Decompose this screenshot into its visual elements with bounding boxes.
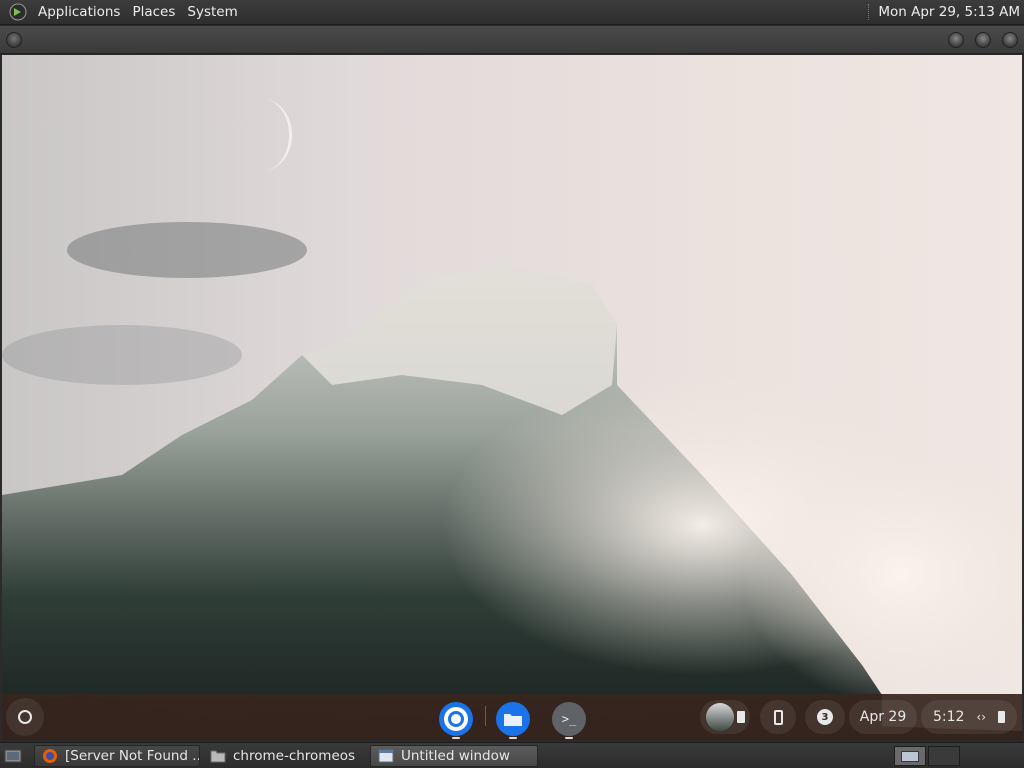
bottom-panel: [Server Not Found ... chrome-chromeos Un…	[0, 742, 1024, 768]
battery-icon	[998, 711, 1005, 723]
menu-places[interactable]: Places	[126, 0, 181, 25]
files-running-indicator	[509, 737, 517, 739]
shelf-date: Apr 29	[859, 709, 907, 725]
launcher-circle-icon	[18, 710, 32, 724]
clock[interactable]: Mon Apr 29, 5:13 AM	[878, 4, 1024, 20]
chromeos-shelf: >_ 3 Apr 29 5:12 ‹›	[2, 694, 1022, 740]
shelf-time: 5:12	[933, 709, 965, 725]
top-panel: Applications Places System Mon Apr 29, 5…	[0, 0, 1024, 25]
workspace-2[interactable]	[928, 746, 960, 766]
window-menu-button[interactable]	[6, 32, 22, 48]
task-chrome-chromeos[interactable]: chrome-chromeos	[203, 745, 367, 767]
workspace-1[interactable]	[894, 746, 926, 766]
notification-tray[interactable]: 3	[805, 700, 845, 734]
maximize-button[interactable]	[975, 32, 991, 48]
moon	[260, 99, 293, 172]
task-untitled-window[interactable]: Untitled window	[370, 745, 538, 767]
phone-hub-button[interactable]	[760, 700, 796, 734]
holding-space-tray[interactable]	[700, 700, 750, 734]
task-label: [Server Not Found ...	[65, 748, 200, 764]
network-arrows-icon: ‹›	[976, 710, 987, 724]
desktop-wallpaper[interactable]	[2, 55, 1022, 740]
date-tray[interactable]: Apr 29	[849, 700, 917, 734]
shelf-divider	[485, 706, 486, 726]
notification-count-badge: 3	[817, 709, 833, 725]
minimize-button[interactable]	[948, 32, 964, 48]
firefox-icon	[41, 747, 59, 765]
window-titlebar[interactable]	[0, 26, 1024, 54]
show-desktop-icon	[4, 749, 22, 763]
menu-applications[interactable]: Applications	[32, 0, 126, 25]
gnome-foot-icon[interactable]	[8, 2, 28, 22]
show-desktop-button[interactable]	[2, 746, 24, 766]
close-button[interactable]	[1002, 32, 1018, 48]
panel-separator	[868, 4, 870, 20]
task-label: chrome-chromeos	[233, 748, 356, 764]
launcher-button[interactable]	[6, 698, 44, 736]
status-area[interactable]: 5:12 ‹›	[921, 700, 1017, 734]
chrome-icon[interactable]	[439, 702, 473, 736]
files-icon[interactable]	[496, 702, 530, 736]
clipboard-icon	[736, 711, 745, 723]
task-firefox[interactable]: [Server Not Found ...	[34, 745, 200, 767]
recent-screenshot-thumbnail	[705, 703, 734, 731]
folder-icon	[209, 747, 227, 765]
task-label: Untitled window	[401, 748, 510, 764]
workspace-window-thumb	[901, 750, 919, 762]
terminal-running-indicator	[565, 737, 573, 739]
window-icon	[377, 747, 395, 765]
wallpaper-image	[2, 99, 1022, 740]
menu-system[interactable]: System	[181, 0, 243, 25]
terminal-icon[interactable]: >_	[552, 702, 586, 736]
phone-icon	[773, 709, 783, 725]
chrome-running-indicator	[452, 737, 460, 739]
